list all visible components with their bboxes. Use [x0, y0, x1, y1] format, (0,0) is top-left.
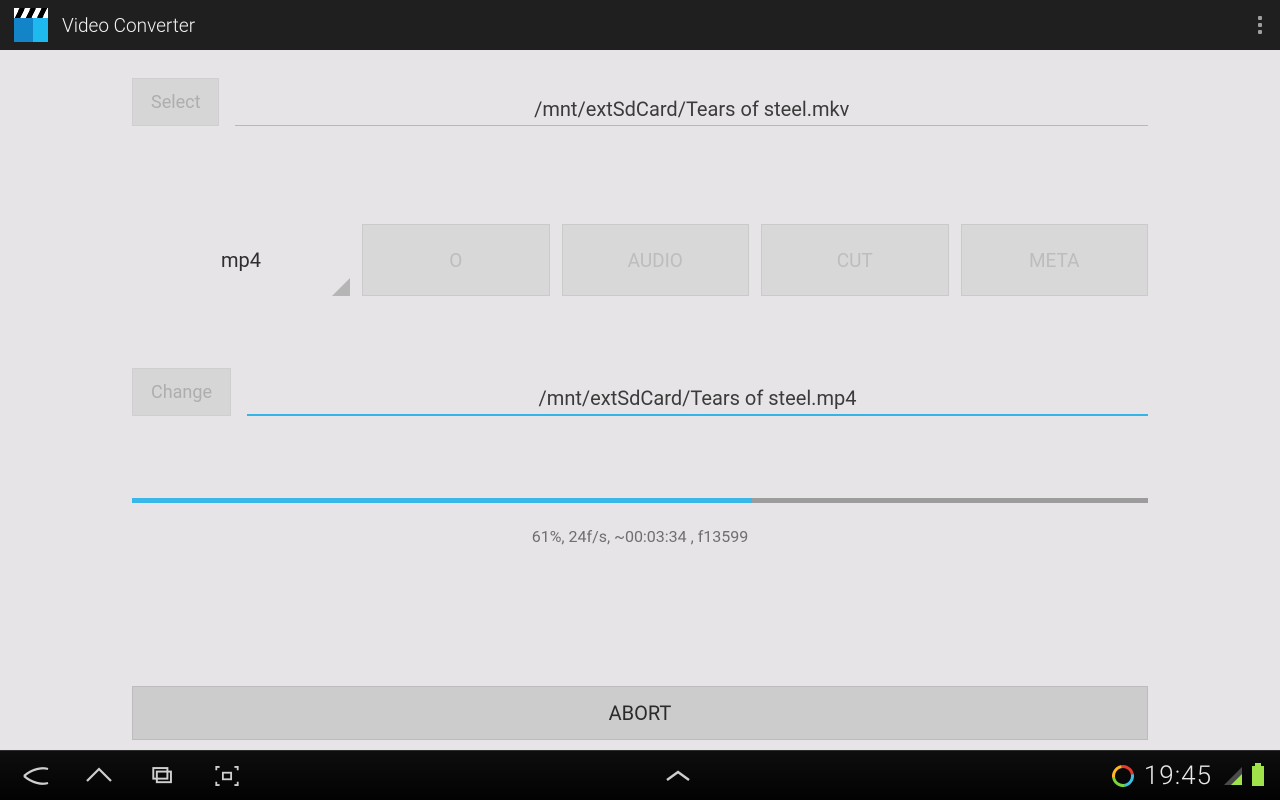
format-spinner[interactable]: mp4: [132, 224, 350, 296]
overflow-menu-icon[interactable]: [1250, 10, 1270, 40]
output-row: Change /mnt/extSdCard/Tears of steel.mp4: [132, 368, 1148, 416]
back-icon[interactable]: [18, 759, 52, 793]
main-content: Select /mnt/extSdCard/Tears of steel.mkv…: [0, 50, 1280, 750]
status-clock: 19:45: [1144, 761, 1212, 791]
abort-button[interactable]: ABORT: [132, 686, 1148, 740]
signal-icon: [1222, 767, 1242, 785]
input-path-field[interactable]: /mnt/extSdCard/Tears of steel.mkv: [235, 97, 1148, 126]
home-icon[interactable]: [82, 759, 116, 793]
app-icon: [14, 8, 48, 42]
progress-bar: [132, 498, 1148, 503]
progress-fill: [132, 498, 752, 503]
options-row: mp4 O AUDIO CUT META: [132, 224, 1148, 296]
screenshot-icon[interactable]: [210, 759, 244, 793]
option-o-button[interactable]: O: [362, 224, 550, 296]
action-bar: Video Converter: [0, 0, 1280, 50]
output-path-field[interactable]: /mnt/extSdCard/Tears of steel.mp4: [247, 386, 1148, 416]
recent-apps-icon[interactable]: [146, 759, 180, 793]
battery-icon: [1252, 766, 1264, 786]
change-button[interactable]: Change: [132, 368, 231, 416]
status-ring-icon: [1112, 765, 1134, 787]
option-meta-button[interactable]: META: [961, 224, 1149, 296]
input-row: Select /mnt/extSdCard/Tears of steel.mkv: [132, 78, 1148, 126]
select-button[interactable]: Select: [132, 78, 219, 126]
nav-bar: 19:45: [0, 750, 1280, 800]
app-title: Video Converter: [62, 14, 195, 37]
option-audio-button[interactable]: AUDIO: [562, 224, 750, 296]
progress-section: 61%, 24f/s, ~00:03:34 , f13599: [132, 498, 1148, 546]
format-value: mp4: [221, 248, 261, 272]
expand-up-icon[interactable]: [661, 759, 695, 793]
progress-status: 61%, 24f/s, ~00:03:34 , f13599: [132, 527, 1148, 546]
option-cut-button[interactable]: CUT: [761, 224, 949, 296]
